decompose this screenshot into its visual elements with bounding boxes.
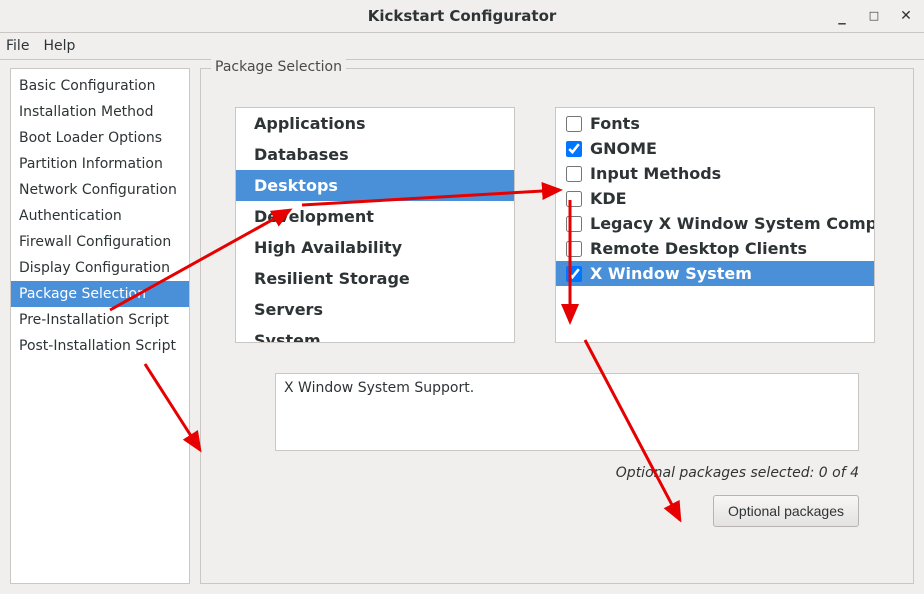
button-row: Optional packages [215,495,899,527]
category-item-system[interactable]: System [236,325,514,343]
package-label: Legacy X Window System Compatibility [590,214,875,233]
package-label: Fonts [590,114,640,133]
app-window: Kickstart Configurator _ □ ✕ File Help B… [0,0,924,594]
package-item-x-window-system[interactable]: X Window System [556,261,875,286]
menu-help[interactable]: Help [43,33,75,59]
menu-file[interactable]: File [6,33,29,59]
window-title: Kickstart Configurator [368,7,557,25]
category-item-development[interactable]: Development [236,201,514,232]
package-item-legacy-x-window-system-compatibility[interactable]: Legacy X Window System Compatibility [556,211,875,236]
sidebar-item-network-configuration[interactable]: Network Configuration [11,177,189,203]
category-item-desktops[interactable]: Desktops [236,170,514,201]
sidebar-item-boot-loader-options[interactable]: Boot Loader Options [11,125,189,151]
package-checkbox[interactable] [566,141,582,157]
close-button[interactable]: ✕ [896,0,916,32]
package-checkbox[interactable] [566,216,582,232]
package-list[interactable]: Desktop Debugging and Performance Fonts GN… [555,107,875,343]
package-label: Input Methods [590,164,721,183]
category-item-servers[interactable]: Servers [236,294,514,325]
category-item-resilient-storage[interactable]: Resilient Storage [236,263,514,294]
body: Basic ConfigurationInstallation MethodBo… [0,58,924,594]
titlebar: Kickstart Configurator _ □ ✕ [0,0,924,33]
status-row: Optional packages selected: 0 of 4 [215,465,899,481]
category-list[interactable]: ApplicationsDatabasesDesktopsDevelopment… [235,107,515,343]
package-item-kde[interactable]: KDE [556,186,875,211]
sidebar-item-basic-configuration[interactable]: Basic Configuration [11,73,189,99]
status-text: Optional packages selected: 0 of 4 [616,465,859,481]
maximize-button[interactable]: □ [864,0,884,32]
menubar: File Help [0,33,924,60]
package-checkbox[interactable] [566,166,582,182]
sidebar-item-firewall-configuration[interactable]: Firewall Configuration [11,229,189,255]
sidebar-item-partition-information[interactable]: Partition Information [11,151,189,177]
sidebar-item-package-selection[interactable]: Package Selection [11,281,189,307]
window-controls: _ □ ✕ [832,0,916,32]
package-label: KDE [590,189,627,208]
sidebar-item-post-installation-script[interactable]: Post-Installation Script [11,333,189,359]
sidebar-item-authentication[interactable]: Authentication [11,203,189,229]
package-item-input-methods[interactable]: Input Methods [556,161,875,186]
package-item-fonts[interactable]: Fonts [556,111,875,136]
panel-title: Package Selection [211,59,346,75]
optional-packages-button[interactable]: Optional packages [713,495,859,527]
package-checkbox[interactable] [566,266,582,282]
package-label: GNOME [590,139,657,158]
description-box: X Window System Support. [275,373,859,451]
category-item-high-availability[interactable]: High Availability [236,232,514,263]
description-text: X Window System Support. [284,380,474,396]
content-frame: Package Selection ApplicationsDatabasesD… [200,68,914,584]
package-label: X Window System [590,264,752,283]
category-item-databases[interactable]: Databases [236,139,514,170]
sidebar-item-display-configuration[interactable]: Display Configuration [11,255,189,281]
sidebar: Basic ConfigurationInstallation MethodBo… [10,68,190,584]
minimize-button[interactable]: _ [832,0,852,32]
package-label: Desktop Debugging and Performance [590,107,875,108]
package-checkbox[interactable] [566,241,582,257]
package-item-remote-desktop-clients[interactable]: Remote Desktop Clients [556,236,875,261]
package-checkbox[interactable] [566,116,582,132]
package-item-gnome[interactable]: GNOME [556,136,875,161]
package-checkbox[interactable] [566,191,582,207]
category-item-applications[interactable]: Applications [236,108,514,139]
sidebar-item-pre-installation-script[interactable]: Pre-Installation Script [11,307,189,333]
sidebar-item-installation-method[interactable]: Installation Method [11,99,189,125]
package-label: Remote Desktop Clients [590,239,807,258]
lists-row: ApplicationsDatabasesDesktopsDevelopment… [235,107,879,343]
